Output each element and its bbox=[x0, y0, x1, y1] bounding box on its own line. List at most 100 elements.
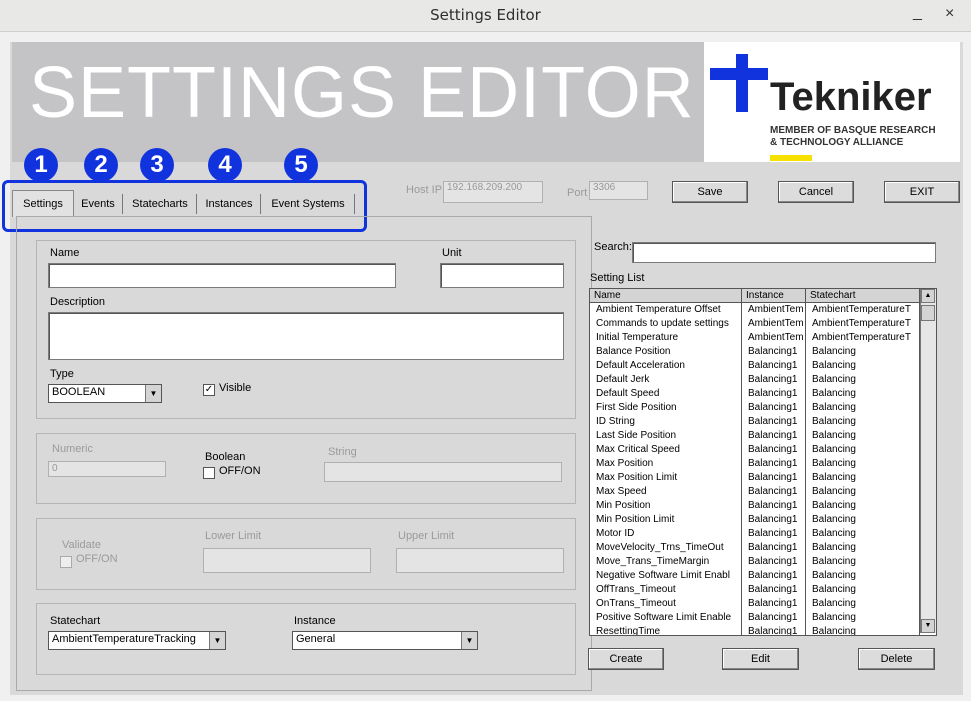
cell-name: Max Position bbox=[590, 457, 742, 471]
marker-3: 3 bbox=[140, 148, 174, 182]
description-label: Description bbox=[50, 296, 106, 308]
cancel-button[interactable]: Cancel bbox=[778, 181, 854, 203]
statechart-select[interactable]: AmbientTemperatureTracking ▼ bbox=[48, 631, 226, 650]
table-row[interactable]: Last Side Position Balancing1 Balancing bbox=[590, 429, 920, 443]
table-row[interactable]: ResettingTime Balancing1 Balancing bbox=[590, 625, 920, 635]
banner-title: SETTINGS EDITOR bbox=[29, 53, 695, 133]
numeric-input[interactable]: 0 bbox=[48, 461, 166, 477]
cell-statechart: Balancing bbox=[806, 485, 920, 499]
lower-limit-label: Lower Limit bbox=[205, 530, 262, 542]
table-row[interactable]: MoveVelocity_Trns_TimeOut Balancing1 Balan… bbox=[590, 541, 920, 555]
table-row[interactable]: Max Position Limit Balancing1 Balancing bbox=[590, 471, 920, 485]
cell-instance: Balancing1 bbox=[742, 387, 806, 401]
create-button[interactable]: Create bbox=[588, 648, 664, 670]
cell-statechart: Balancing bbox=[806, 345, 920, 359]
unit-input[interactable] bbox=[440, 263, 564, 288]
cell-instance: AmbientTem bbox=[742, 317, 806, 331]
cell-name: ID String bbox=[590, 415, 742, 429]
instance-select-value: General bbox=[296, 633, 336, 645]
table-row[interactable]: ID String Balancing1 Balancing bbox=[590, 415, 920, 429]
cell-statechart: Balancing bbox=[806, 471, 920, 485]
table-row[interactable]: OnTrans_Timeout Balancing1 Balancing bbox=[590, 597, 920, 611]
host-ip-field[interactable]: 192.168.209.200 bbox=[443, 181, 543, 203]
string-label: String bbox=[328, 446, 357, 458]
table-row[interactable]: Initial Temperature AmbientTem AmbientTemp… bbox=[590, 331, 920, 345]
upper-limit-input[interactable] bbox=[396, 548, 564, 573]
type-select-value: BOOLEAN bbox=[52, 386, 106, 398]
chevron-down-icon[interactable]: ▼ bbox=[209, 632, 225, 649]
table-row[interactable]: Default Acceleration Balancing1 Balancing bbox=[590, 359, 920, 373]
delete-button[interactable]: Delete bbox=[858, 648, 935, 670]
minimize-button[interactable]: _ bbox=[913, 4, 922, 22]
cell-statechart: Balancing bbox=[806, 555, 920, 569]
scroll-down-icon[interactable]: ▼ bbox=[921, 619, 935, 633]
edit-button[interactable]: Edit bbox=[722, 648, 799, 670]
table-row[interactable]: Positive Software Limit Enable Balancing1… bbox=[590, 611, 920, 625]
cell-name: Max Position Limit bbox=[590, 471, 742, 485]
visible-checkbox[interactable]: ✓ bbox=[203, 384, 215, 396]
cell-statechart: Balancing bbox=[806, 569, 920, 583]
cell-name: Last Side Position bbox=[590, 429, 742, 443]
window-titlebar: Settings Editor _ × bbox=[0, 0, 971, 32]
cell-instance: Balancing1 bbox=[742, 555, 806, 569]
cell-name: MoveVelocity_Trns_TimeOut bbox=[590, 541, 742, 555]
table-row[interactable]: Default Speed Balancing1 Balancing bbox=[590, 387, 920, 401]
table-row[interactable]: Move_Trans_TimeMargin Balancing1 Balancing bbox=[590, 555, 920, 569]
logo-line-2: & TECHNOLOGY ALLIANCE bbox=[770, 137, 904, 148]
cell-instance: Balancing1 bbox=[742, 583, 806, 597]
table-row[interactable]: OffTrans_Timeout Balancing1 Balancing bbox=[590, 583, 920, 597]
logo-bar bbox=[770, 155, 812, 161]
table-row[interactable]: Negative Software Limit Enabl Balancing1 B… bbox=[590, 569, 920, 583]
description-input[interactable] bbox=[48, 312, 564, 360]
table-row[interactable]: Min Position Limit Balancing1 Balancing bbox=[590, 513, 920, 527]
column-header-statechart[interactable]: Statechart bbox=[806, 289, 920, 302]
cell-name: First Side Position bbox=[590, 401, 742, 415]
logo-subtitle: MEMBER OF BASQUE RESEARCH & TECHNOLOGY A… bbox=[770, 125, 936, 149]
cell-name: Max Critical Speed bbox=[590, 443, 742, 457]
cell-instance: Balancing1 bbox=[742, 429, 806, 443]
cell-statechart: Balancing bbox=[806, 387, 920, 401]
column-header-name[interactable]: Name bbox=[590, 289, 742, 302]
chevron-down-icon[interactable]: ▼ bbox=[461, 632, 477, 649]
table-row[interactable]: Max Critical Speed Balancing1 Balancing bbox=[590, 443, 920, 457]
scroll-up-icon[interactable]: ▲ bbox=[921, 289, 935, 303]
cell-name: Balance Position bbox=[590, 345, 742, 359]
save-button[interactable]: Save bbox=[672, 181, 748, 203]
cell-instance: Balancing1 bbox=[742, 611, 806, 625]
scrollbar-thumb[interactable] bbox=[921, 305, 935, 321]
table-row[interactable]: Ambient Temperature Offset AmbientTem Ambi… bbox=[590, 303, 920, 317]
close-button[interactable]: × bbox=[945, 5, 954, 23]
cell-instance: Balancing1 bbox=[742, 625, 806, 635]
instance-select[interactable]: General ▼ bbox=[292, 631, 478, 650]
exit-button[interactable]: EXIT bbox=[884, 181, 960, 203]
marker-4: 4 bbox=[208, 148, 242, 182]
logo-line-1: MEMBER OF BASQUE RESEARCH bbox=[770, 125, 936, 136]
cell-name: OnTrans_Timeout bbox=[590, 597, 742, 611]
chevron-down-icon[interactable]: ▼ bbox=[145, 385, 161, 402]
string-input[interactable] bbox=[324, 462, 562, 482]
cell-name: Default Acceleration bbox=[590, 359, 742, 373]
table-row[interactable]: Min Position Balancing1 Balancing bbox=[590, 499, 920, 513]
search-label: Search: bbox=[594, 241, 632, 253]
port-field[interactable]: 3306 bbox=[589, 181, 648, 200]
instance-label: Instance bbox=[294, 615, 336, 627]
marker-1: 1 bbox=[24, 148, 58, 182]
table-row[interactable]: Motor ID Balancing1 Balancing bbox=[590, 527, 920, 541]
cell-instance: Balancing1 bbox=[742, 471, 806, 485]
search-input[interactable] bbox=[632, 242, 936, 263]
validate-checkbox[interactable] bbox=[60, 556, 72, 568]
cell-statechart: AmbientTemperatureT bbox=[806, 331, 920, 345]
column-header-instance[interactable]: Instance bbox=[742, 289, 806, 302]
type-select[interactable]: BOOLEAN ▼ bbox=[48, 384, 162, 403]
table-row[interactable]: Commands to update settings AmbientTem Amb… bbox=[590, 317, 920, 331]
table-row[interactable]: Default Jerk Balancing1 Balancing bbox=[590, 373, 920, 387]
boolean-checkbox[interactable] bbox=[203, 467, 215, 479]
table-row[interactable]: Max Position Balancing1 Balancing bbox=[590, 457, 920, 471]
cell-name: Min Position Limit bbox=[590, 513, 742, 527]
lower-limit-input[interactable] bbox=[203, 548, 371, 573]
table-row[interactable]: Balance Position Balancing1 Balancing bbox=[590, 345, 920, 359]
table-row[interactable]: First Side Position Balancing1 Balancing bbox=[590, 401, 920, 415]
table-row[interactable]: Max Speed Balancing1 Balancing bbox=[590, 485, 920, 499]
table-scrollbar[interactable]: ▲ ▼ bbox=[920, 289, 936, 633]
name-input[interactable] bbox=[48, 263, 396, 288]
